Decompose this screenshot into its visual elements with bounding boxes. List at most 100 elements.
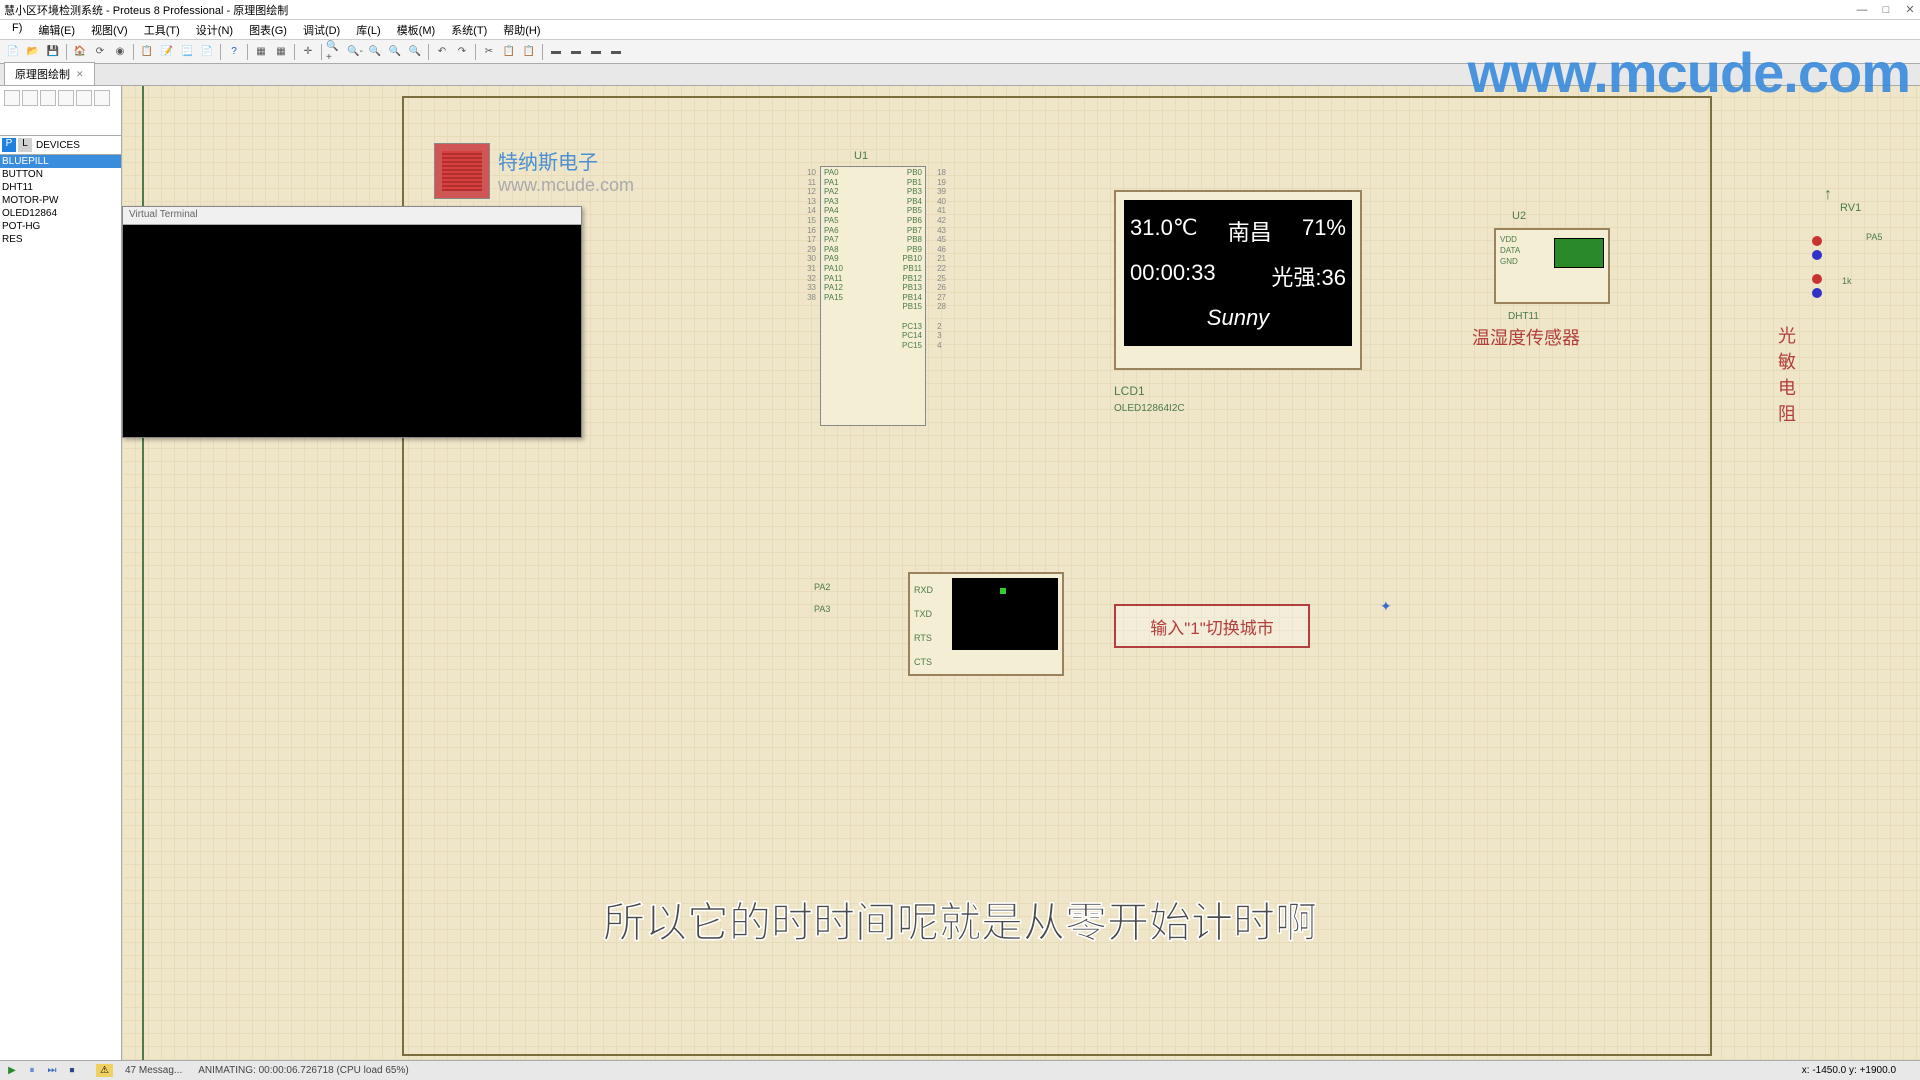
redo-icon[interactable]: ↷: [453, 43, 471, 61]
dht-pins: VDDDATAGND: [1500, 234, 1520, 267]
pick-button[interactable]: P: [2, 138, 16, 152]
menu-debug[interactable]: 调试(D): [295, 20, 348, 39]
window-title: 慧小区环境检测系统 - Proteus 8 Professional - 原理图…: [4, 2, 1856, 18]
subtitle-caption: 所以它的时时间呢就是从零开始计时啊: [603, 889, 1317, 950]
text-icon[interactable]: 📋: [138, 43, 156, 61]
device-res[interactable]: RES: [0, 233, 121, 246]
block2-icon[interactable]: ▬: [567, 43, 585, 61]
warning-badge[interactable]: ⚠: [96, 1064, 113, 1077]
serial-pa-labels: PA2PA3: [814, 576, 830, 620]
minimize-button[interactable]: —: [1856, 4, 1868, 16]
menu-template[interactable]: 模板(M): [389, 20, 444, 39]
device-motor[interactable]: MOTOR-PW: [0, 194, 121, 207]
oled-time: 00:00:33: [1130, 260, 1216, 292]
lib-button[interactable]: L: [18, 138, 32, 152]
virtual-terminal-body[interactable]: [123, 225, 581, 437]
step-button[interactable]: ⏭: [44, 1064, 60, 1078]
oled-temp: 31.0℃: [1130, 215, 1198, 247]
logo-text: 特纳斯电子: [498, 146, 634, 175]
menu-library[interactable]: 库(L): [348, 20, 388, 39]
help-icon[interactable]: ?: [225, 43, 243, 61]
mcu-pins-left: PA0PA1PA2PA3PA4PA5PA6PA7PA8PA9PA10PA11PA…: [824, 168, 843, 302]
watermark: www.mcude.com: [1468, 40, 1910, 105]
ldr-ref: RV1: [1840, 202, 1861, 214]
menubar: F) 编辑(E) 视图(V) 工具(T) 设计(N) 图表(G) 调试(D) 库…: [0, 20, 1920, 40]
refresh-icon[interactable]: ⟳: [91, 43, 109, 61]
menu-system[interactable]: 系统(T): [443, 20, 495, 39]
doc-icon[interactable]: 📄: [198, 43, 216, 61]
oled-screen: 31.0℃ 南昌 71% 00:00:33 光强:36 Sunny: [1124, 200, 1352, 346]
open-icon[interactable]: 📂: [24, 43, 42, 61]
stop-button[interactable]: ⏹: [64, 1064, 80, 1078]
cut-icon[interactable]: ✂: [480, 43, 498, 61]
notes-icon[interactable]: 📝: [158, 43, 176, 61]
dht-label-cn: 温湿度传感器: [1472, 324, 1580, 350]
tool-component[interactable]: [22, 90, 38, 106]
oled-model: OLED12864I2C: [1114, 403, 1185, 414]
block-icon[interactable]: ▬: [547, 43, 565, 61]
menu-design[interactable]: 设计(N): [188, 20, 241, 39]
zoom-fit-icon[interactable]: 🔍: [366, 43, 384, 61]
paste-icon[interactable]: 📋: [520, 43, 538, 61]
tool-label[interactable]: [58, 90, 74, 106]
device-oled[interactable]: OLED12864: [0, 207, 121, 220]
play-button[interactable]: ▶: [4, 1064, 20, 1078]
dht-component[interactable]: U2 VDDDATAGND DHT11 温湿度传感器: [1494, 228, 1610, 304]
zoom-in-icon[interactable]: 🔍+: [326, 43, 344, 61]
target-icon[interactable]: ◉: [111, 43, 129, 61]
menu-file[interactable]: F): [4, 20, 30, 39]
titlebar: 慧小区环境检测系统 - Proteus 8 Professional - 原理图…: [0, 0, 1920, 20]
list-icon[interactable]: 📃: [178, 43, 196, 61]
virtual-terminal-window[interactable]: Virtual Terminal: [122, 206, 582, 438]
zoom-out-icon[interactable]: 🔍-: [346, 43, 364, 61]
mcu-pins-right: PB0PB1PB3PB4PB5PB6PB7PB8PB9PB10PB11PB12P…: [902, 168, 922, 350]
sidebar: P L DEVICES BLUEPILL BUTTON DHT11 MOTOR-…: [0, 86, 122, 1060]
mcu-component[interactable]: U1 PA0PA1PA2PA3PA4PA5PA6PA7PA8PA9PA10PA1…: [764, 156, 982, 446]
tool-junction[interactable]: [40, 90, 56, 106]
menu-edit[interactable]: 编辑(E): [30, 20, 83, 39]
maximize-button[interactable]: □: [1880, 4, 1892, 16]
logo-url: www.mcude.com: [498, 175, 634, 196]
oled-weather: Sunny: [1207, 305, 1269, 331]
ldr-pa5: PA5: [1866, 232, 1882, 242]
oled-component[interactable]: 31.0℃ 南昌 71% 00:00:33 光强:36 Sunny LCD1 O…: [1114, 190, 1362, 370]
menu-chart[interactable]: 图表(G): [241, 20, 295, 39]
statusbar: ▶ ⏸ ⏭ ⏹ ⚠ 47 Messag... ANIMATING: 00:00:…: [0, 1060, 1920, 1080]
oled-light: 光强:36: [1271, 260, 1346, 292]
mcu-ref: U1: [854, 150, 868, 162]
close-button[interactable]: ✕: [1904, 4, 1916, 16]
pause-button[interactable]: ⏸: [24, 1064, 40, 1078]
device-button[interactable]: BUTTON: [0, 168, 121, 181]
serial-pins: RXDTXDRTSCTS: [914, 578, 933, 674]
save-icon[interactable]: 💾: [44, 43, 62, 61]
new-icon[interactable]: 📄: [4, 43, 22, 61]
copy-icon[interactable]: 📋: [500, 43, 518, 61]
tab-close-icon[interactable]: ✕: [76, 69, 84, 80]
home-icon[interactable]: 🏠: [71, 43, 89, 61]
menu-view[interactable]: 视图(V): [83, 20, 136, 39]
messages-count[interactable]: 47 Messag...: [125, 1065, 182, 1076]
menu-tools[interactable]: 工具(T): [136, 20, 188, 39]
center-icon[interactable]: ✛: [299, 43, 317, 61]
device-dht11[interactable]: DHT11: [0, 181, 121, 194]
tool-bus[interactable]: [94, 90, 110, 106]
zoom-area-icon[interactable]: 🔍: [386, 43, 404, 61]
menu-help[interactable]: 帮助(H): [495, 20, 548, 39]
device-pot[interactable]: POT-HG: [0, 220, 121, 233]
cursor-coords: x: -1450.0 y: +1900.0: [1802, 1065, 1896, 1076]
tool-select[interactable]: [4, 90, 20, 106]
device-bluepill[interactable]: BLUEPILL: [0, 155, 121, 168]
virtual-terminal-title: Virtual Terminal: [123, 207, 581, 225]
oled-ref: LCD1: [1114, 384, 1145, 398]
serial-component[interactable]: PA2PA3 RXDTXDRTSCTS: [814, 572, 1076, 678]
oled-humidity: 71%: [1302, 215, 1346, 247]
oled-city: 南昌: [1228, 215, 1272, 247]
undo-icon[interactable]: ↶: [433, 43, 451, 61]
block4-icon[interactable]: ▬: [607, 43, 625, 61]
tab-schematic[interactable]: 原理图绘制 ✕: [4, 62, 95, 85]
zoom-all-icon[interactable]: 🔍: [406, 43, 424, 61]
block3-icon[interactable]: ▬: [587, 43, 605, 61]
tool-text[interactable]: [76, 90, 92, 106]
grid-icon[interactable]: ▦: [252, 43, 270, 61]
grid2-icon[interactable]: ▦: [272, 43, 290, 61]
